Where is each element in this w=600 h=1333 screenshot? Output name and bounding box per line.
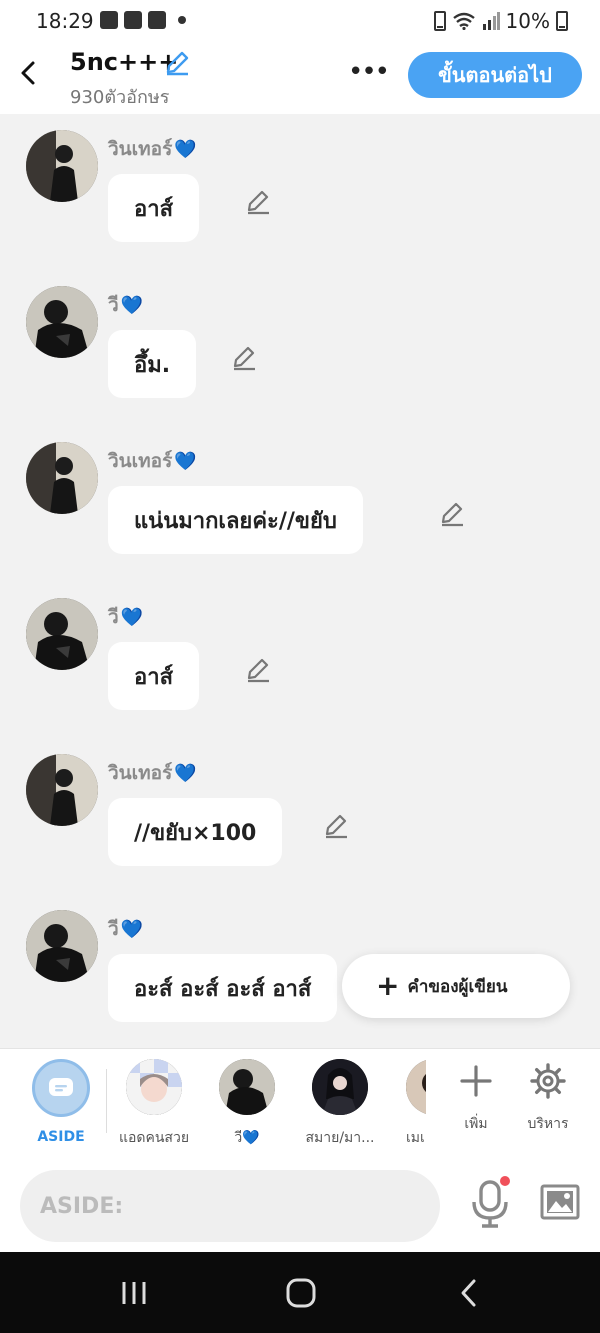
gallery-notification-icon: [100, 11, 118, 29]
message-input[interactable]: [20, 1170, 440, 1242]
header: 5nc+++ 930ตัวอักษร ••• ขั้นตอนต่อไป: [0, 44, 600, 114]
chat-message: วินเทอร์ 💙 แน่นมากเลยค่ะ//ขยับ: [0, 442, 600, 592]
message-bubble[interactable]: อะส์ อะส์ อะส์ อาส์: [108, 954, 338, 1022]
add-label: เพิ่ม: [464, 1116, 488, 1132]
status-system-icons: 10%: [433, 9, 568, 33]
more-notifications-dot-icon: [178, 16, 186, 24]
back-nav-button[interactable]: [450, 1276, 490, 1310]
wifi-icon: [452, 12, 475, 30]
sender-name: วี 💙: [108, 606, 144, 628]
chat-message: วินเทอร์ 💙 //ขยับ×100: [0, 754, 600, 904]
more-options-button[interactable]: •••: [348, 59, 390, 85]
chat-message: วี 💙 อึ้ม.: [0, 286, 600, 436]
manage-label: บริหาร: [527, 1116, 569, 1132]
character-label: เมเ: [406, 1130, 425, 1146]
edit-message-icon[interactable]: [244, 656, 272, 684]
input-area: [0, 1158, 600, 1252]
manage-characters-button[interactable]: บริหาร: [513, 1063, 583, 1135]
sender-name: วี 💙: [108, 294, 144, 316]
avatar: [26, 910, 98, 982]
blue-heart-icon: 💙: [174, 763, 197, 784]
message-bubble[interactable]: อึ้ม.: [108, 330, 197, 398]
author-note-button[interactable]: + คำของผู้เขียน: [342, 954, 570, 1018]
lock-icon: [433, 11, 446, 31]
blue-heart-icon: 💙: [120, 607, 144, 628]
avatar: [406, 1059, 426, 1115]
avatar: [26, 286, 98, 358]
sender-name: วินเทอร์ 💙: [108, 762, 197, 784]
status-bar: 18:29 10%: [0, 0, 600, 44]
character-label: สมาย/มา...: [305, 1130, 375, 1146]
divider: [106, 1069, 107, 1133]
avatar: [26, 442, 98, 514]
character-item[interactable]: วี💙: [202, 1059, 292, 1149]
avatar: [126, 1059, 182, 1115]
add-character-button[interactable]: เพิ่ม: [441, 1063, 511, 1135]
edit-title-icon[interactable]: [164, 50, 190, 76]
avatar: [26, 754, 98, 826]
story-title: 5nc+++: [70, 48, 179, 76]
battery-icon: [556, 11, 568, 31]
status-time: 18:29: [36, 9, 94, 33]
microphone-button[interactable]: [470, 1180, 510, 1228]
plus-icon: [460, 1065, 492, 1097]
chat-message: วี 💙 อาส์: [0, 598, 600, 748]
avatar: [219, 1059, 275, 1115]
youtube-notification-icon: [124, 11, 142, 29]
app-notification-icon: [148, 11, 166, 29]
gear-icon: [530, 1063, 566, 1099]
back-button[interactable]: [16, 58, 40, 88]
sender-name: วินเทอร์ 💙: [108, 138, 197, 160]
system-nav-bar: [0, 1252, 600, 1333]
sender-name: วินเทอร์ 💙: [108, 450, 197, 472]
character-label: ASIDE: [37, 1129, 85, 1145]
character-aside[interactable]: ASIDE: [16, 1059, 106, 1145]
character-item[interactable]: แอดคนสวย: [109, 1059, 199, 1149]
message-bubble[interactable]: //ขยับ×100: [108, 798, 283, 866]
message-bubble[interactable]: แน่นมากเลยค่ะ//ขยับ: [108, 486, 363, 554]
character-label: วี💙: [234, 1130, 260, 1146]
blue-heart-icon: 💙: [120, 295, 144, 316]
blue-heart-icon: 💙: [174, 451, 197, 472]
avatar: [312, 1059, 368, 1115]
recent-apps-button[interactable]: [114, 1276, 154, 1310]
signal-icon: [482, 12, 500, 30]
edit-message-icon[interactable]: [244, 188, 272, 216]
character-bar: ASIDE แอดคนสวย วี💙 สมาย/มา... เมเ เพิ่ม …: [0, 1048, 600, 1158]
message-bubble[interactable]: อาส์: [108, 174, 199, 242]
character-item[interactable]: เมเ: [388, 1059, 426, 1149]
blue-heart-icon: 💙: [174, 139, 197, 160]
message-bubble[interactable]: อาส์: [108, 642, 199, 710]
home-button[interactable]: [281, 1276, 321, 1310]
edit-message-icon[interactable]: [322, 812, 350, 840]
author-note-label: คำของผู้เขียน: [407, 976, 508, 997]
status-notification-icons: [100, 11, 186, 29]
plus-icon: +: [376, 969, 400, 1002]
battery-percent: 10%: [505, 9, 550, 33]
image-button[interactable]: [540, 1184, 580, 1220]
character-label: แอดคนสวย: [118, 1130, 190, 1146]
chat-message: วินเทอร์ 💙 อาส์: [0, 130, 600, 280]
character-item[interactable]: สมาย/มา...: [295, 1059, 385, 1149]
next-step-button[interactable]: ขั้นตอนต่อไป: [408, 52, 582, 98]
edit-message-icon[interactable]: [230, 344, 258, 372]
aside-icon: [32, 1059, 90, 1117]
chat-area[interactable]: วินเทอร์ 💙 อาส์ วี 💙 อึ้ม. วินเทอร์ 💙 แน่นม…: [0, 114, 600, 1048]
sender-name: วี 💙: [108, 918, 144, 940]
blue-heart-icon: 💙: [120, 919, 144, 940]
notification-dot: [500, 1176, 510, 1186]
edit-message-icon[interactable]: [438, 500, 466, 528]
avatar: [26, 598, 98, 670]
avatar: [26, 130, 98, 202]
character-count: 930ตัวอักษร: [70, 87, 170, 108]
